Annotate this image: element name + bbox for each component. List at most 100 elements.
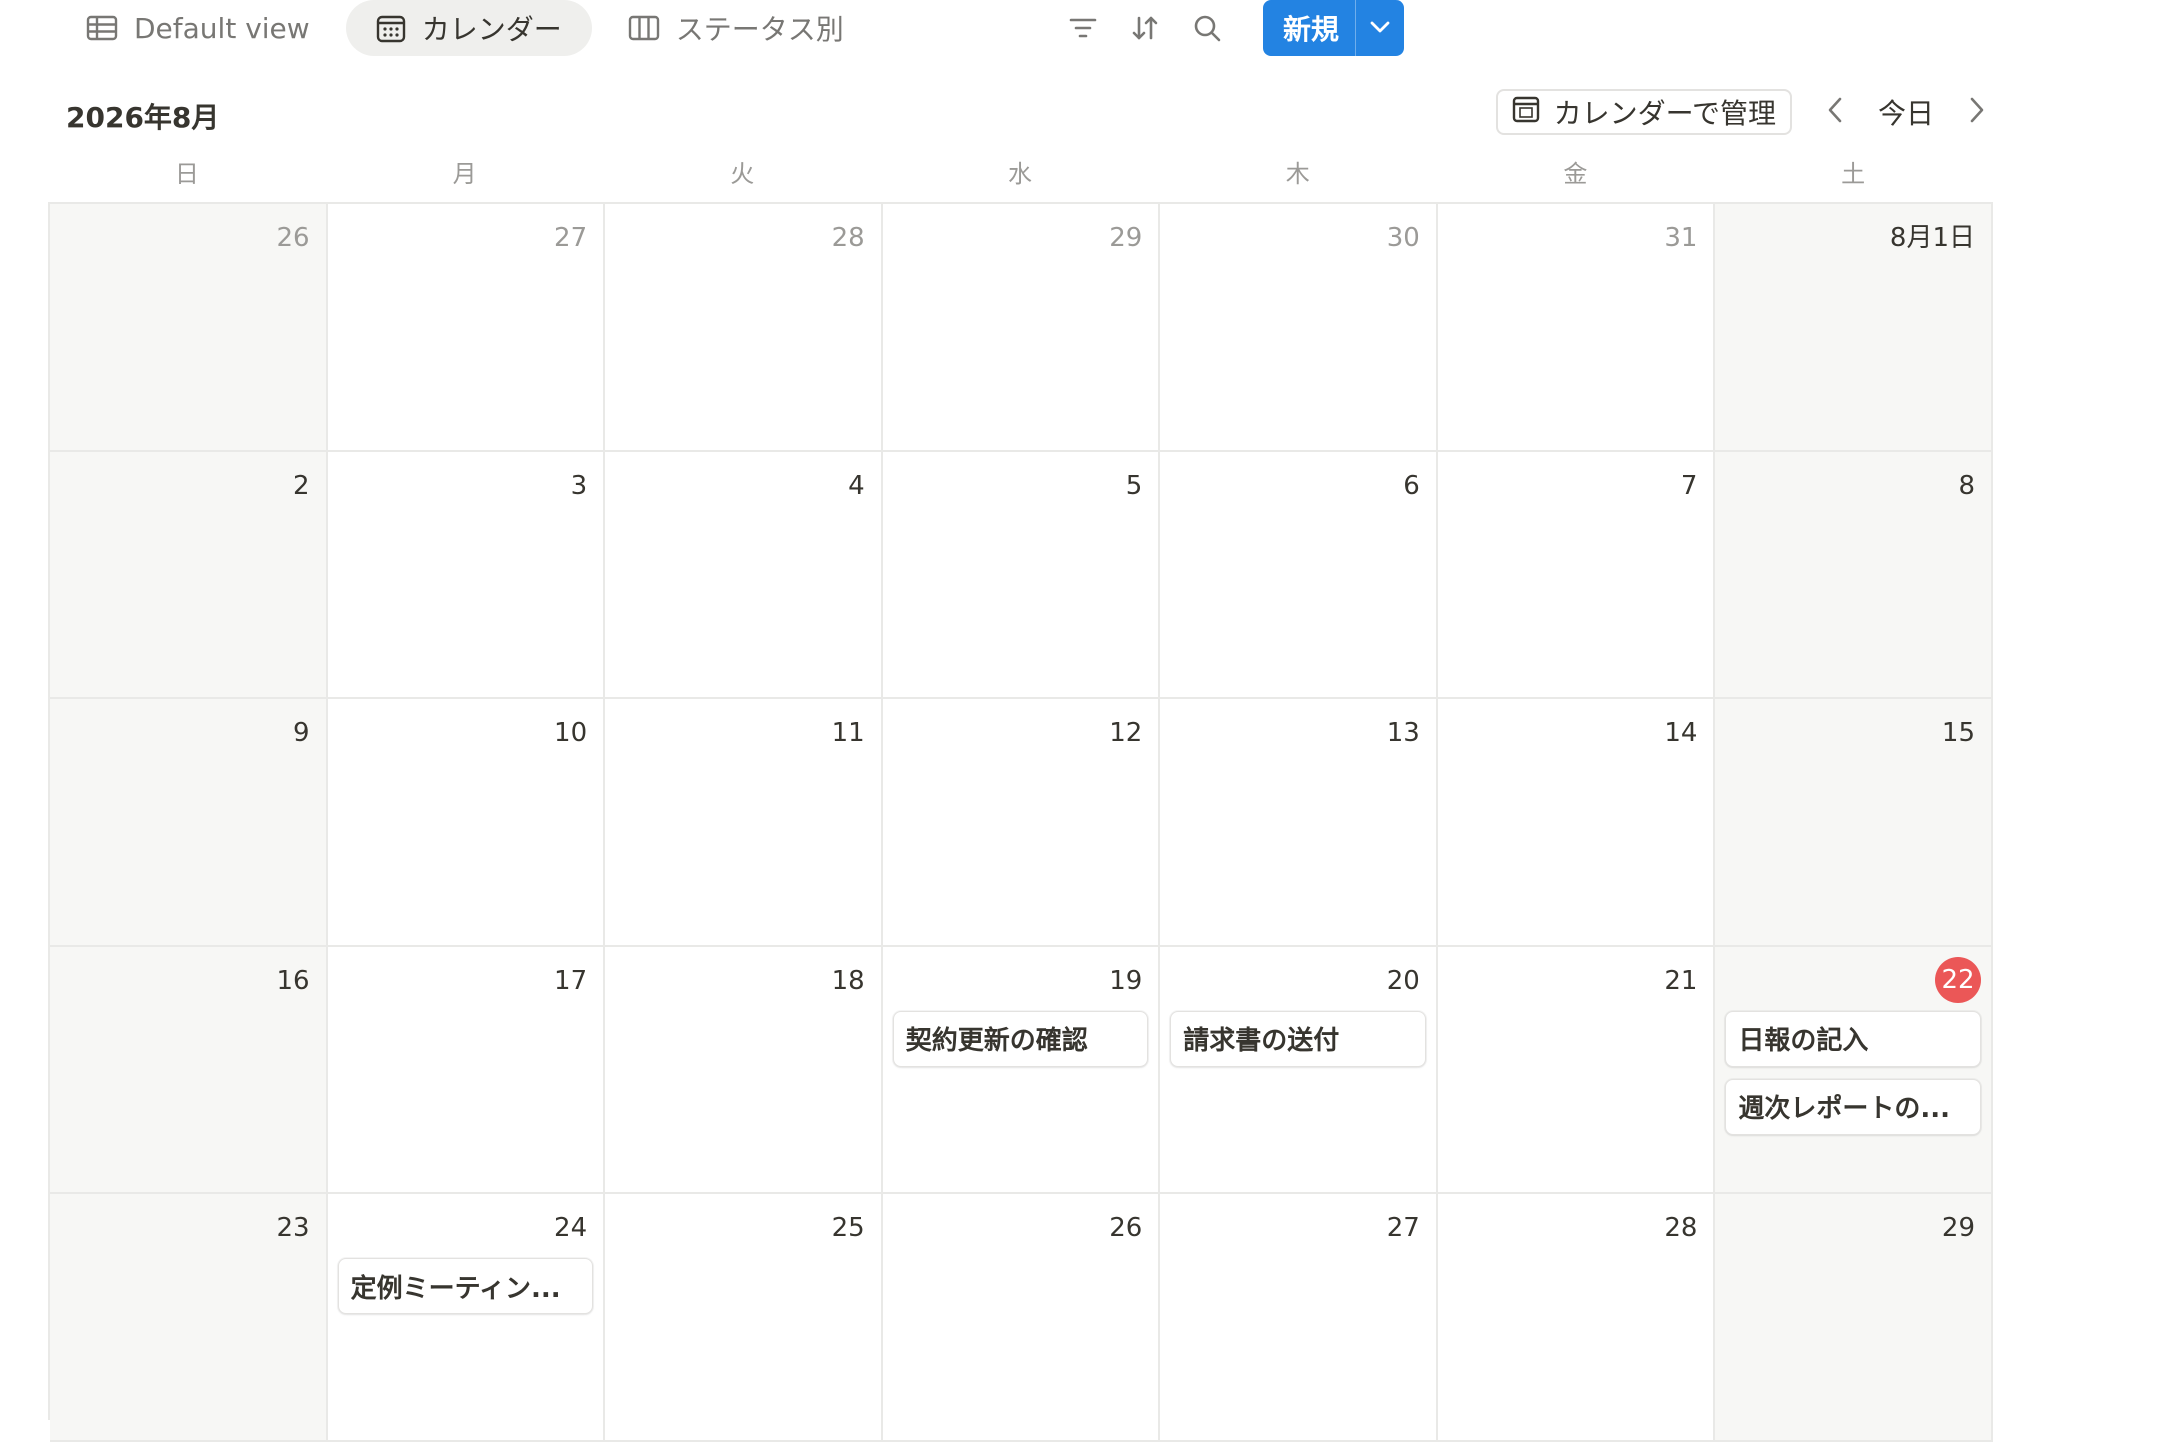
chevron-down-icon	[1369, 19, 1391, 38]
calendar-controls: カレンダーで管理 今日	[1495, 86, 1992, 138]
next-month-button[interactable]	[1962, 92, 1992, 132]
calendar-day-cell[interactable]: 8	[1715, 451, 1993, 699]
event-card[interactable]: 日報の記入	[1725, 1010, 1981, 1067]
day-number: 25	[831, 1213, 865, 1243]
weekday-label: 月	[452, 160, 477, 188]
calendar-day-cell[interactable]: 27	[327, 204, 606, 452]
search-icon[interactable]	[1189, 10, 1225, 46]
sort-icon[interactable]	[1127, 10, 1163, 46]
day-number: 2	[293, 470, 310, 501]
calendar-day-cell[interactable]: 26	[882, 1194, 1161, 1442]
calendar-date-icon	[1512, 95, 1540, 130]
day-number: 5	[1125, 470, 1143, 501]
event-title: 週次レポートの...	[1738, 1094, 1951, 1124]
new-dropdown-button[interactable]	[1356, 0, 1404, 56]
calendar-day-cell[interactable]: 29	[1715, 1194, 1993, 1442]
new-button[interactable]: 新規	[1263, 0, 1355, 56]
tab-calendar[interactable]: カレンダー	[345, 0, 592, 56]
weekday-label: 火	[730, 160, 755, 188]
calendar-day-cell[interactable]: 22 日報の記入週次レポートの...	[1715, 946, 1993, 1194]
day-number: 12	[1109, 718, 1143, 748]
calendar-day-cell[interactable]: 21	[1437, 946, 1716, 1194]
event-card[interactable]: 定例ミーティン...	[337, 1258, 594, 1314]
today-button[interactable]: 今日	[1878, 92, 1934, 132]
day-number: 28	[1664, 1213, 1698, 1243]
calendar-header: 2026年8月 カレンダーで管理 今日	[48, 86, 1992, 150]
day-number: 19	[1109, 965, 1143, 996]
prev-month-button[interactable]	[1820, 92, 1850, 132]
event-title: 請求書の送付	[1183, 1026, 1340, 1056]
event-list: 定例ミーティン...	[337, 1258, 594, 1314]
calendar-day-cell[interactable]: 9	[50, 699, 328, 947]
weekday-label: 水	[1007, 160, 1032, 188]
month-title: 2026年8月	[66, 101, 220, 134]
filter-icon[interactable]	[1065, 10, 1101, 46]
event-card[interactable]: 請求書の送付	[1170, 1010, 1426, 1067]
calendar-day-cell[interactable]: 20 請求書の送付	[1160, 946, 1438, 1194]
chevron-left-icon	[1826, 95, 1844, 129]
day-number: 11	[831, 718, 865, 748]
manage-in-calendar-button[interactable]: カレンダーで管理	[1495, 89, 1792, 135]
tab-label: カレンダー	[421, 13, 562, 46]
weekday-label: 金	[1563, 160, 1588, 188]
calendar-day-cell[interactable]: 15	[1715, 699, 1993, 947]
calendar-day-cell[interactable]: 4	[605, 451, 883, 699]
calendar-day-cell[interactable]: 2	[50, 451, 328, 699]
day-number: 29	[1941, 1213, 1975, 1243]
weekday-label: 木	[1285, 160, 1310, 188]
calendar-day-cell[interactable]: 28	[1437, 1194, 1716, 1442]
tab-status-board[interactable]: ステータス別	[602, 0, 870, 56]
day-number: 21	[1664, 965, 1698, 996]
tab-label: Default view	[134, 11, 310, 45]
event-title: 契約更新の確認	[905, 1026, 1088, 1056]
calendar-day-cell[interactable]: 8月1日	[1715, 204, 1993, 452]
calendar-day-cell[interactable]: 14	[1437, 699, 1716, 947]
calendar-day-cell[interactable]: 24 定例ミーティン...	[327, 1194, 606, 1442]
calendar-day-cell[interactable]: 23	[50, 1194, 328, 1442]
weekday-header: 日 月 火 水 木 金 土	[48, 156, 1992, 204]
calendar-day-cell[interactable]: 12	[882, 699, 1161, 947]
day-number: 13	[1386, 718, 1420, 748]
calendar-day-cell[interactable]: 29	[882, 204, 1161, 452]
calendar-day-cell[interactable]: 5	[882, 451, 1161, 699]
weekday-label: 日	[174, 160, 199, 188]
calendar-day-cell[interactable]: 26	[50, 204, 328, 452]
event-list: 契約更新の確認	[892, 1010, 1149, 1067]
calendar-day-cell[interactable]: 27	[1160, 1194, 1438, 1442]
calendar-day-cell[interactable]: 6	[1160, 451, 1438, 699]
toolbar-actions: 新規	[1065, 0, 1404, 56]
calendar-day-cell[interactable]: 16	[50, 946, 328, 1194]
day-number: 15	[1941, 718, 1975, 748]
calendar-day-cell[interactable]: 11	[605, 699, 883, 947]
day-number: 28	[831, 223, 865, 253]
day-number: 30	[1386, 223, 1420, 253]
calendar-grid: 26 27 28 29 30 31 8月1日 2 3 4 5 6 7 8 9 10 11 12 13 14 15 16 17…	[48, 202, 1993, 1442]
today-date-badge: 22	[1935, 956, 1981, 1003]
calendar-day-cell[interactable]: 7	[1437, 451, 1716, 699]
calendar-day-cell[interactable]: 10	[327, 699, 606, 947]
calendar-day-cell[interactable]: 28	[605, 204, 883, 452]
calendar-day-cell[interactable]: 30	[1160, 204, 1438, 452]
manage-label: カレンダーで管理	[1553, 97, 1776, 130]
calendar-day-cell[interactable]: 13	[1160, 699, 1438, 947]
day-number: 26	[276, 223, 310, 253]
weekday-label: 土	[1841, 160, 1866, 188]
chevron-right-icon	[1968, 95, 1986, 129]
calendar-day-cell[interactable]: 18	[605, 946, 883, 1194]
event-card[interactable]: 週次レポートの...	[1725, 1078, 1981, 1135]
tab-default-view[interactable]: Default view	[60, 0, 336, 56]
calendar-icon	[376, 13, 406, 43]
event-title: 日報の記入	[1738, 1026, 1869, 1056]
event-card[interactable]: 契約更新の確認	[892, 1010, 1149, 1067]
day-number: 9	[293, 718, 310, 748]
calendar-day-cell[interactable]: 25	[605, 1194, 883, 1442]
day-number: 17	[554, 965, 588, 996]
view-tabs: Default view カレンダー ステータス別	[60, 0, 870, 56]
event-list: 請求書の送付	[1170, 1010, 1426, 1067]
calendar-day-cell[interactable]: 17	[327, 946, 606, 1194]
day-number: 14	[1664, 718, 1698, 748]
calendar-day-cell[interactable]: 3	[327, 451, 606, 699]
calendar-day-cell[interactable]: 31	[1437, 204, 1716, 452]
calendar-day-cell[interactable]: 19 契約更新の確認	[882, 946, 1161, 1194]
day-number: 24	[554, 1213, 588, 1243]
